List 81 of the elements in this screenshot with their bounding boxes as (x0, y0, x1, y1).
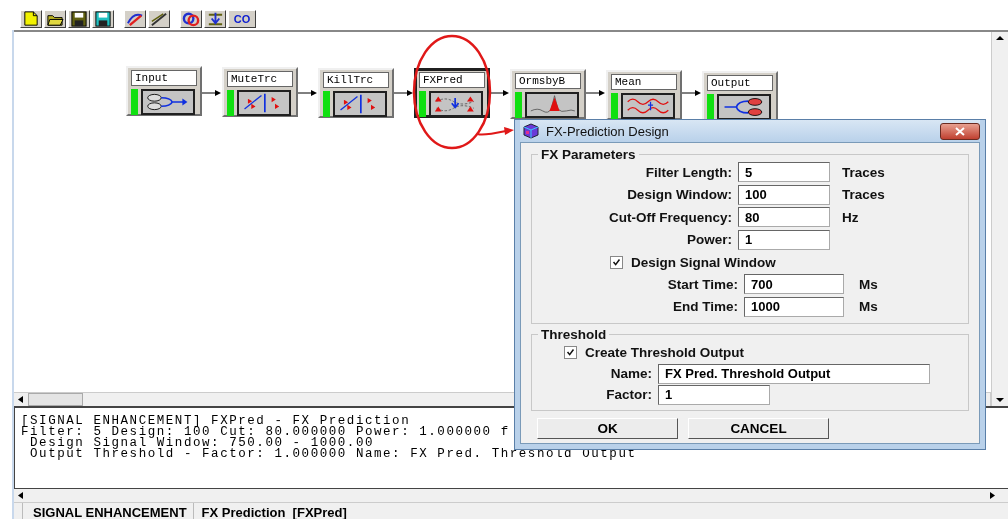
checkbox-box-icon (564, 345, 577, 359)
field-label: Design Window: (626, 187, 733, 203)
curve-pen-button[interactable] (124, 10, 146, 28)
checkbox[interactable]: Design Signal Window (532, 251, 968, 273)
wave-mean-icon (621, 93, 675, 119)
trace-mute-icon (333, 90, 387, 117)
input-field[interactable]: 700 (744, 274, 844, 295)
node-label: Output (707, 74, 773, 91)
process-node[interactable]: Output (702, 70, 778, 121)
go-button[interactable]: CO (228, 10, 256, 28)
group-title: Threshold (540, 328, 608, 341)
close-button[interactable] (940, 122, 980, 140)
scrollbar-thumb[interactable] (28, 393, 83, 406)
checkbox-box-icon (610, 255, 623, 269)
status-indicator (515, 92, 522, 119)
node-label: KillTrc (323, 71, 389, 88)
input-field[interactable]: 1 (658, 384, 770, 405)
unit-label: Hz (841, 209, 859, 225)
node-label: MuteTrc (227, 70, 293, 87)
status-indicator (707, 93, 714, 120)
unit-label: Ms (858, 276, 878, 292)
connector-arrow (298, 90, 317, 96)
dialog-button[interactable]: CANCEL (688, 418, 829, 439)
floppy-disk-button[interactable] (92, 10, 114, 28)
status-indicator (323, 90, 330, 117)
trace-prediction-icon (429, 91, 483, 118)
node-label: OrmsbyB (515, 73, 581, 90)
input-field[interactable]: 1000 (744, 296, 844, 317)
process-node[interactable]: OrmsbyB (510, 69, 586, 120)
window-title: FX-Prediction Design (546, 123, 670, 139)
status-indicator (227, 89, 234, 116)
new-document-button[interactable] (20, 10, 42, 28)
dialog-button[interactable]: OK (537, 418, 678, 439)
connector-arrow (682, 90, 701, 96)
floppy-disk-button[interactable] (68, 10, 90, 28)
status-text: SIGNAL ENHANCEMENT (22, 503, 187, 519)
connector-arrow (490, 90, 509, 96)
input-field[interactable]: 5 (738, 162, 830, 183)
field-label: Cut-Off Frequency: (608, 209, 733, 225)
spike-wave-icon (525, 92, 579, 119)
close-icon (955, 126, 965, 136)
input-field[interactable]: 1 (738, 229, 830, 250)
status-indicator (419, 91, 426, 118)
log-line: [SIGNAL ENHANCEMENT] FXPred - FX Prediction (21, 416, 411, 427)
trace-mute-icon (237, 89, 291, 116)
process-node[interactable]: Input (126, 66, 202, 116)
unit-label: Traces (841, 164, 885, 180)
field-label: Factor: (605, 387, 653, 402)
field-label: Start Time: (666, 276, 739, 292)
connector-arrow (586, 90, 605, 96)
group-title: FX Parameters (540, 148, 637, 161)
connector-arrow (202, 90, 221, 96)
unit-label: Traces (841, 187, 885, 203)
pen-line-button[interactable] (148, 10, 170, 28)
status-text: FX Prediction [FXPred] (192, 503, 1008, 519)
input-field[interactable]: 80 (738, 207, 830, 228)
log-line: Design Signal Window: 750.00 - 1000.00 (29, 438, 374, 449)
input-field[interactable]: 100 (738, 184, 830, 205)
checkbox[interactable]: Create Threshold Output (532, 341, 968, 363)
status-indicator (131, 89, 138, 115)
log-line: Filter: 5 Design: 100 Cut: 80.000000 Power: 1.000000 f (21, 427, 510, 438)
field-label: End Time: (672, 299, 739, 315)
linked-rings-button[interactable] (180, 10, 202, 28)
node-label: FXPred (419, 72, 485, 89)
field-label: Filter Length: (644, 164, 733, 180)
folder-button[interactable] (44, 10, 66, 28)
annotation-arrow (477, 127, 514, 136)
node-label: Mean (611, 74, 677, 90)
status-indicator (611, 93, 618, 119)
unit-label: Ms (858, 299, 878, 315)
node-label: Input (131, 70, 197, 86)
process-node[interactable]: MuteTrc (222, 66, 298, 117)
connector-arrow (394, 90, 413, 96)
input-field[interactable]: FX Pred. Threshold Output (658, 363, 930, 384)
cube-icon (522, 123, 540, 139)
process-node[interactable]: FXPred (414, 68, 490, 119)
process-node[interactable]: KillTrc (318, 67, 394, 118)
process-node[interactable]: Mean (606, 70, 682, 120)
field-label: Power: (686, 232, 733, 248)
field-label: Name: (609, 366, 653, 381)
insert-arrow-button[interactable] (204, 10, 226, 28)
